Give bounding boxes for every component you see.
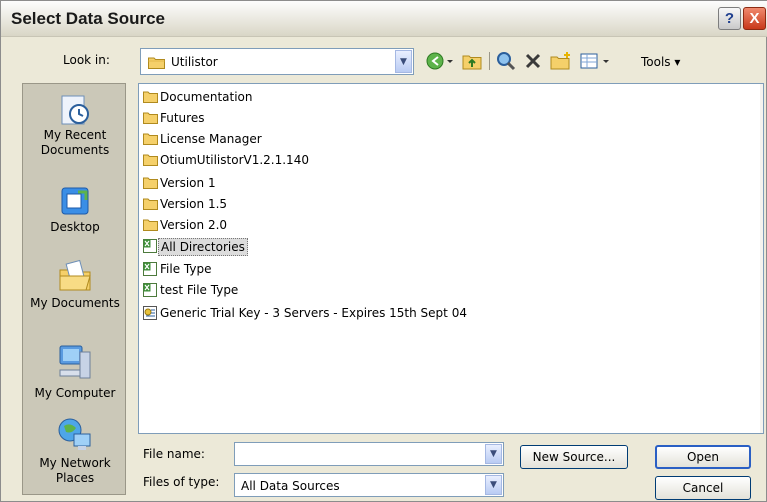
file-name: Version 1.5 [160, 197, 228, 211]
network-places-icon [23, 416, 127, 456]
look-in-value: Utilistor [171, 55, 218, 69]
place-my-network-places[interactable]: My Network Places [23, 416, 127, 486]
file-name: License Manager [160, 132, 262, 146]
files-of-type-dropdown-arrow[interactable]: ▼ [485, 475, 502, 495]
folder-icon [143, 176, 158, 192]
look-in-combo[interactable]: Utilistor ▼ [140, 48, 414, 75]
search-web-icon[interactable] [495, 50, 517, 72]
delete-icon[interactable] [523, 50, 543, 72]
place-label: My Recent Documents [40, 128, 110, 157]
folder-icon [148, 56, 165, 72]
back-icon[interactable] [425, 50, 455, 72]
file-name: OtiumUtilistorV1.2.1.140 [160, 153, 309, 167]
file-name: File Type [160, 262, 212, 276]
file-name-label: File name: [143, 447, 205, 461]
file-name-input[interactable]: ▼ [234, 442, 504, 466]
look-in-dropdown-arrow[interactable]: ▼ [395, 50, 412, 73]
dialog-title: Select Data Source [11, 9, 166, 28]
look-in-label: Look in: [63, 53, 110, 67]
place-label: My Computer [34, 386, 116, 400]
my-documents-icon [23, 256, 127, 296]
select-data-source-dialog: Select Data Source ? X Look in: Utilisto… [0, 0, 767, 502]
tools-menu[interactable]: Tools ▾ [641, 55, 680, 69]
excel-file-icon [143, 283, 158, 300]
up-folder-icon[interactable] [461, 50, 483, 72]
title-bar[interactable]: Select Data Source ? X [1, 1, 767, 37]
files-of-type-value: All Data Sources [241, 479, 340, 493]
file-name: Documentation [160, 90, 253, 104]
folder-icon [143, 111, 158, 127]
list-scroll-edge [760, 84, 763, 433]
place-label: My Documents [30, 296, 120, 310]
folder-icon [143, 218, 158, 234]
files-of-type-select[interactable]: All Data Sources ▼ [234, 473, 504, 497]
place-my-documents[interactable]: My Documents [23, 256, 127, 311]
views-icon[interactable] [579, 50, 613, 72]
place-label: Desktop [50, 220, 100, 234]
folder-icon [143, 132, 158, 148]
file-name-dropdown-arrow[interactable]: ▼ [485, 444, 502, 464]
toolbar-separator [489, 52, 490, 70]
open-button[interactable]: Open [655, 445, 751, 469]
file-name: Version 2.0 [160, 218, 228, 232]
recent-documents-icon [23, 92, 127, 128]
file-name: Futures [160, 111, 205, 125]
place-desktop[interactable]: Desktop [23, 184, 127, 235]
file-name: test File Type [160, 283, 239, 297]
place-my-recent-documents[interactable]: My Recent Documents [23, 92, 127, 158]
new-folder-icon[interactable] [549, 50, 573, 72]
files-of-type-label: Files of type: [143, 475, 220, 489]
excel-file-icon [143, 239, 158, 256]
file-name: Version 1 [160, 176, 216, 190]
file-list[interactable]: Documentation Futures License Manager Ot… [138, 83, 764, 434]
desktop-icon [23, 184, 127, 220]
close-button[interactable]: X [743, 7, 766, 30]
place-label: My Network Places [39, 456, 111, 485]
file-name: Generic Trial Key - 3 Servers - Expires … [160, 306, 467, 320]
certificate-file-icon [143, 306, 158, 323]
place-my-computer[interactable]: My Computer [23, 342, 127, 401]
places-bar: My Recent Documents Desktop My Documents… [22, 83, 126, 495]
folder-icon [143, 90, 158, 106]
folder-icon [143, 153, 158, 169]
file-name: All Directories [158, 238, 248, 256]
excel-file-icon [143, 262, 158, 279]
help-button[interactable]: ? [718, 7, 741, 30]
my-computer-icon [23, 342, 127, 386]
new-source-button[interactable]: New Source... [520, 445, 628, 469]
cancel-button[interactable]: Cancel [655, 476, 751, 500]
folder-icon [143, 197, 158, 213]
